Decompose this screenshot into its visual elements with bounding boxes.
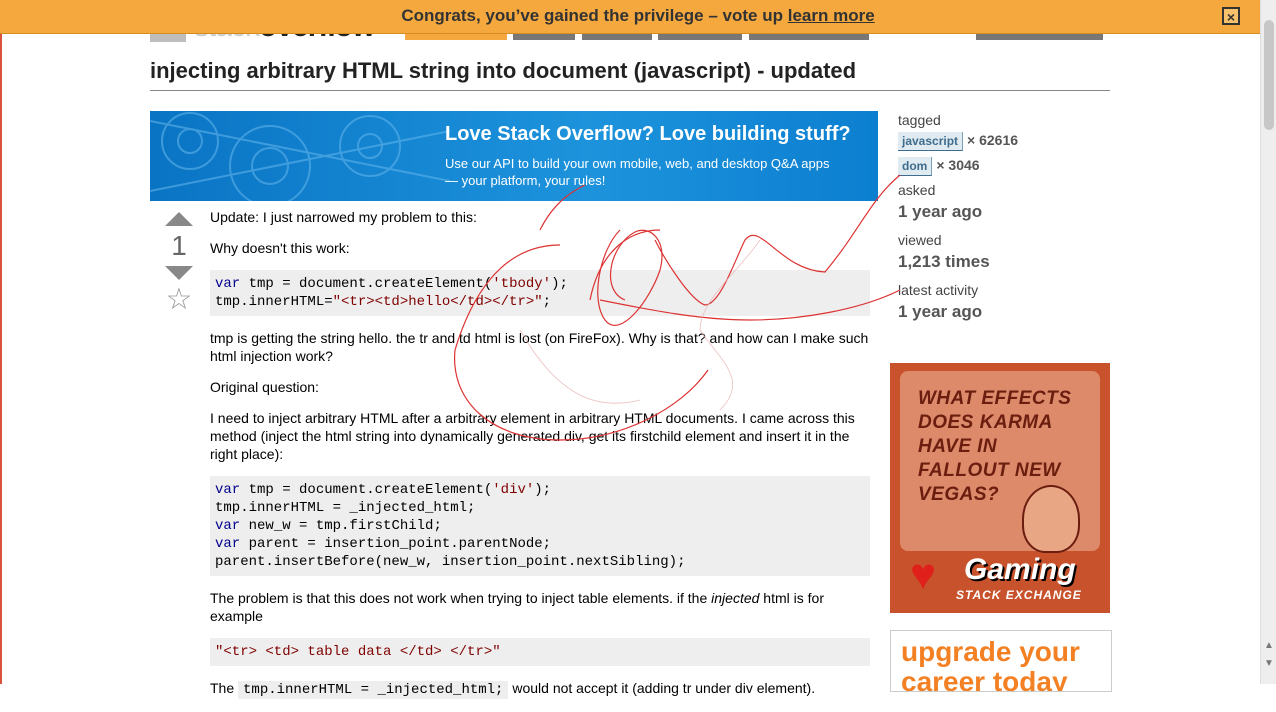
vote-column: 1 ☆ xyxy=(160,212,198,317)
nav-tab-tags[interactable] xyxy=(513,33,575,40)
post-paragraph: tmp is getting the string hello. the tr … xyxy=(210,330,869,364)
tag-javascript[interactable]: javascript xyxy=(898,132,964,151)
nav-tab-users[interactable] xyxy=(582,33,652,40)
banner-subtext: Use our API to build your own mobile, we… xyxy=(445,156,830,188)
tag-row: dom × 3046 xyxy=(898,157,1113,176)
tag-count: × 3046 xyxy=(936,157,980,173)
post-paragraph: Why doesn't this work: xyxy=(210,240,350,256)
code-block: "<tr> <td> table data </td> </tr>" xyxy=(210,638,870,666)
ask-question-button[interactable] xyxy=(976,33,1103,40)
question-sidebar: tagged javascript × 62616 dom × 3046 asked… xyxy=(898,112,1113,332)
asked-label: asked xyxy=(898,182,936,198)
ad-brand-sub: STACK EXCHANGE xyxy=(956,588,1082,602)
tag-count: × 62616 xyxy=(967,132,1019,148)
nav-tab-badges[interactable] xyxy=(658,33,742,40)
nav-tab-questions[interactable] xyxy=(405,33,507,40)
scrollbar[interactable]: ▲ ▼ xyxy=(1260,0,1276,684)
question-body: Update: I just narrowed my problem to th… xyxy=(210,208,870,712)
scrollbar-thumb[interactable] xyxy=(1264,20,1274,130)
vote-count: 1 xyxy=(171,230,187,261)
gaming-stack-exchange-ad[interactable]: WHAT EFFECTS DOES KARMA HAVE IN FALLOUT … xyxy=(890,363,1110,613)
heart-icon: ♥ xyxy=(910,550,937,599)
activity-label: latest activity xyxy=(898,282,979,298)
post-paragraph: The tmp.innerHTML = _injected_html; woul… xyxy=(210,680,816,699)
window-edge xyxy=(0,33,2,684)
tag-dom[interactable]: dom xyxy=(898,157,933,176)
vote-down-icon[interactable] xyxy=(165,266,193,280)
asked-value[interactable]: 1 year ago xyxy=(898,202,1113,222)
vote-up-icon[interactable] xyxy=(165,212,193,226)
post-paragraph: I need to inject arbitrary HTML after a … xyxy=(210,410,855,462)
activity-value[interactable]: 1 year ago xyxy=(898,302,1113,322)
viewed-label: viewed xyxy=(898,232,942,248)
post-paragraph: Update: I just narrowed my problem to th… xyxy=(210,209,477,225)
gears-illustration xyxy=(150,112,450,201)
post-paragraph: The problem is that this does not work w… xyxy=(210,590,824,624)
post-paragraph: Original question: xyxy=(210,379,319,395)
tagged-label: tagged xyxy=(898,112,941,128)
code-block: var tmp = document.createElement('tbody'… xyxy=(210,270,870,316)
banner-headline: Love Stack Overflow? Love building stuff… xyxy=(445,123,851,145)
question-title[interactable]: injecting arbitrary HTML string into doc… xyxy=(150,58,1110,91)
nav-tab-unanswered[interactable] xyxy=(749,33,869,40)
viewed-value: 1,213 times xyxy=(898,252,990,271)
favorite-star-icon[interactable]: ☆ xyxy=(160,282,198,317)
notification-bar: Congrats, you’ve gained the privilege – … xyxy=(0,0,1276,34)
scroll-down-icon[interactable]: ▼ xyxy=(1264,658,1274,669)
scroll-up-icon[interactable]: ▲ xyxy=(1264,640,1274,651)
close-icon[interactable]: × xyxy=(1222,7,1240,25)
tag-row: javascript × 62616 xyxy=(898,132,1113,151)
notification-message: Congrats, you’ve gained the privilege – … xyxy=(401,6,783,25)
vault-boy-illustration xyxy=(1022,485,1080,553)
ad-brand-name: Gaming xyxy=(964,553,1076,586)
learn-more-link[interactable]: learn more xyxy=(788,6,875,25)
careers-ad[interactable]: upgrade your career today xyxy=(890,630,1112,692)
api-banner-ad[interactable]: Love Stack Overflow? Love building stuff… xyxy=(150,111,878,201)
code-block: var tmp = document.createElement('div');… xyxy=(210,476,870,576)
